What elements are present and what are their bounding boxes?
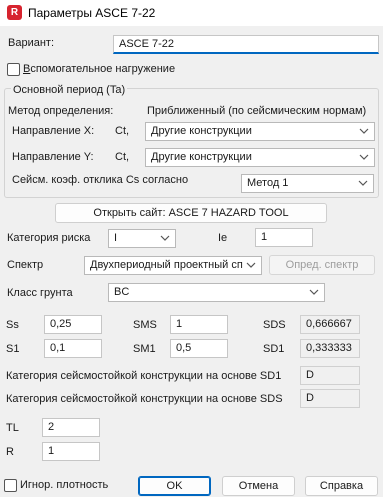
soil-class-label: Класс грунта: [7, 287, 73, 299]
chevron-down-icon: [246, 262, 256, 268]
sm1-label: SM1: [133, 343, 156, 355]
dir-y-select-value: Другие конструкции: [151, 151, 252, 163]
chevron-down-icon: [359, 154, 369, 160]
method-value: Приближенный (по сейсмическим нормам): [147, 105, 367, 117]
risk-category-select[interactable]: I: [108, 229, 176, 248]
chevron-down-icon: [359, 128, 369, 134]
ie-label: Ie: [218, 232, 228, 244]
sd1-label: SD1: [263, 343, 285, 355]
sdc-sds-label: Категория сейсмостойкой конструкции на о…: [6, 393, 283, 405]
window-title: Параметры ASCE 7-22: [28, 6, 156, 20]
risk-category-value: I: [114, 232, 118, 244]
tl-input[interactable]: 2: [42, 418, 100, 437]
dir-x-select[interactable]: Другие конструкции: [145, 122, 375, 141]
sd1-value: 0,333333: [300, 339, 360, 358]
variant-label: Вариант:: [8, 37, 55, 49]
chevron-down-icon: [358, 180, 368, 186]
sm1-input[interactable]: 0,5: [170, 339, 228, 358]
sms-input[interactable]: 1: [170, 315, 228, 334]
tl-label: TL: [6, 422, 19, 434]
sds-value: 0,666667: [300, 315, 360, 334]
ok-button[interactable]: OK: [138, 476, 211, 496]
app-icon: R: [7, 5, 22, 20]
sdc-sds-value: D: [300, 389, 360, 408]
spectrum-select[interactable]: Двухпериодный проектный сп: [84, 256, 262, 275]
r-input[interactable]: 1: [42, 442, 100, 461]
cs-label: Сейсм. коэф. отклика Cs согласно: [12, 174, 189, 186]
cs-method-value: Метод 1: [247, 177, 289, 189]
soil-class-select[interactable]: BC: [108, 283, 325, 302]
chevron-down-icon: [309, 289, 319, 295]
dir-x-select-value: Другие конструкции: [151, 125, 252, 137]
period-group-title: Основной период (Ta): [11, 84, 128, 96]
sds-label: SDS: [263, 319, 286, 331]
variant-input[interactable]: ASCE 7-22: [113, 35, 379, 54]
aux-load-label: Вспомогательное нагружение: [23, 63, 176, 75]
define-spectrum-button[interactable]: Опред. спектр: [269, 255, 375, 275]
aux-load-checkbox[interactable]: [7, 63, 20, 76]
s1-label: S1: [6, 343, 20, 355]
dir-x-label: Направление X:: [12, 125, 95, 137]
spectrum-value: Двухпериодный проектный сп: [90, 259, 243, 271]
ss-input[interactable]: 0,25: [44, 315, 102, 334]
dir-y-ct-label: Ct,: [115, 151, 130, 163]
cancel-button[interactable]: Отмена: [222, 476, 295, 496]
cs-method-select[interactable]: Метод 1: [241, 174, 374, 193]
r-label: R: [6, 446, 14, 458]
dir-y-select[interactable]: Другие конструкции: [145, 148, 375, 167]
sdc-sd1-value: D: [300, 366, 360, 385]
ignore-density-checkbox[interactable]: [4, 479, 17, 492]
title-bar: R Параметры ASCE 7-22: [0, 0, 383, 26]
spectrum-label: Спектр: [7, 259, 44, 271]
sms-label: SMS: [133, 319, 157, 331]
chevron-down-icon: [160, 235, 170, 241]
ignore-density-label: Игнор. плотность: [20, 479, 109, 491]
s1-input[interactable]: 0,1: [44, 339, 102, 358]
soil-class-value: BC: [114, 286, 130, 298]
help-button[interactable]: Справка: [305, 476, 378, 496]
dir-y-label: Направление Y:: [12, 151, 94, 163]
dir-x-ct-label: Ct,: [115, 125, 130, 137]
open-hazard-tool-button[interactable]: Открыть сайт: ASCE 7 HAZARD TOOL: [55, 203, 327, 223]
ss-label: Ss: [6, 319, 19, 331]
ie-input[interactable]: 1: [255, 228, 313, 247]
method-label: Метод определения:: [8, 105, 114, 117]
risk-category-label: Категория риска: [7, 232, 91, 244]
sdc-sd1-label: Категория сейсмостойкой конструкции на о…: [6, 370, 282, 382]
